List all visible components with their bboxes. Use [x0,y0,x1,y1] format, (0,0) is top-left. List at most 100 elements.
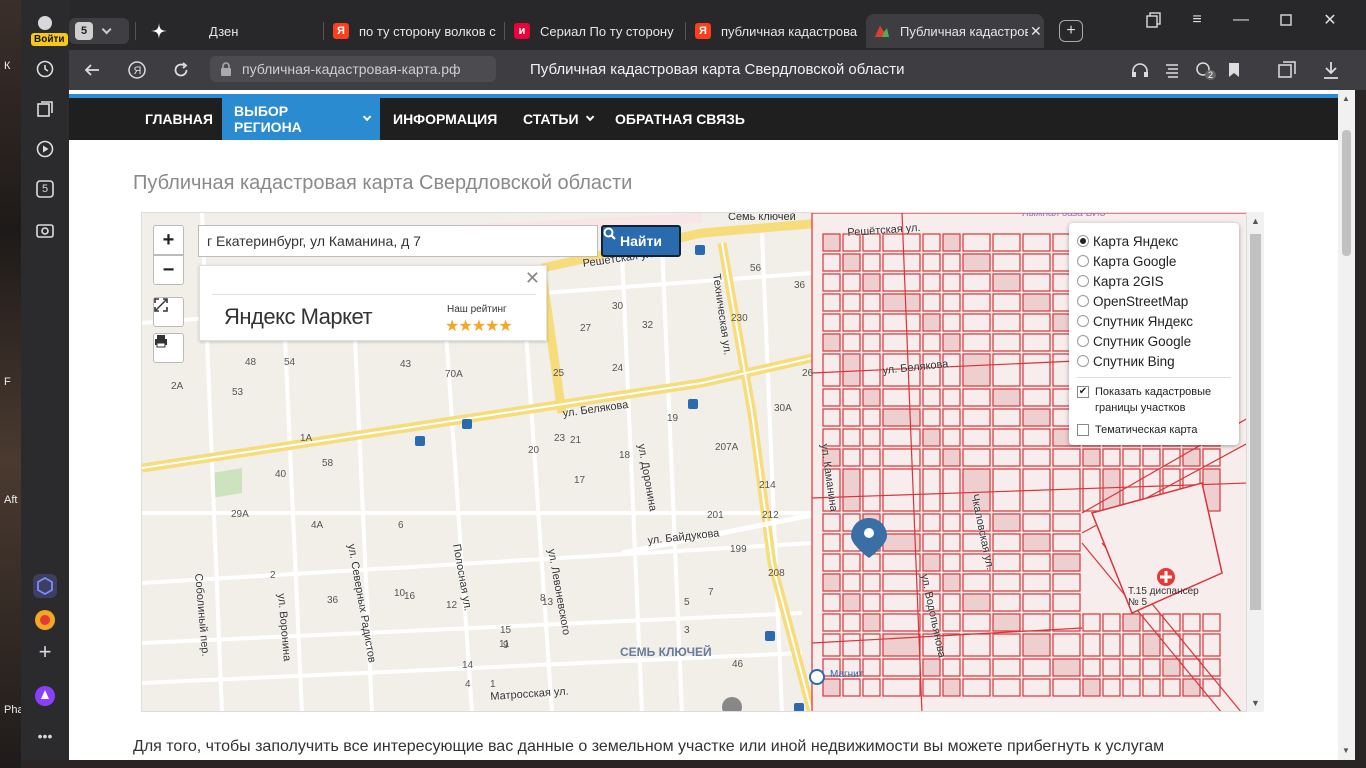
house-number: 29A [231,509,249,520]
checkbox-unchecked[interactable] [1077,424,1089,436]
layer-option[interactable]: Спутник Яндекс [1077,311,1239,331]
extensions-icon[interactable]: 2 [1191,58,1217,82]
house-number: 4 [465,679,471,690]
page-scroll-thumb[interactable] [1342,130,1351,256]
parcel [922,428,941,447]
menu-icon[interactable]: ≡ [1183,8,1211,32]
nav-region-select[interactable]: ВЫБОР РЕГИОНА [222,98,380,140]
layer-option[interactable]: Карта Google [1077,251,1239,271]
layer-option[interactable]: Карта 2GIS [1077,271,1239,291]
app-icon[interactable] [33,574,57,598]
bookmark-icon[interactable] [1221,58,1247,82]
close-ad-icon[interactable]: ✕ [525,268,540,289]
collections-add-icon[interactable] [1274,58,1300,82]
scroll-down-icon[interactable]: ▼ [1251,698,1260,708]
login-label[interactable]: Войти [31,33,68,46]
house-number: 23 [554,433,566,444]
radio-button[interactable] [1077,355,1089,367]
nav-info[interactable]: ИНФОРМАЦИЯ [381,98,509,140]
layer-label: Спутник Google [1093,333,1192,349]
fullscreen-button[interactable] [153,297,184,327]
back-icon[interactable] [79,58,105,82]
history-icon[interactable] [33,57,57,81]
scroll-up-icon[interactable]: ▲ [1251,216,1260,226]
thematic-map-toggle[interactable]: Тематическая карта [1077,422,1239,438]
screenshot-icon[interactable] [33,218,57,242]
parcel [942,233,961,252]
video-icon[interactable] [33,137,57,161]
radio-button[interactable] [1077,255,1089,267]
add-panel-icon[interactable]: + [33,639,57,664]
layer-option[interactable]: Спутник Google [1077,331,1239,351]
print-button[interactable] [153,333,184,363]
layer-option[interactable]: Спутник Bing [1077,351,1239,371]
desktop-label: Aft [4,494,18,506]
lock-icon[interactable] [220,62,232,76]
yandex-home-icon[interactable]: Я [124,58,150,82]
nav-label: СТАТЬИ [523,111,579,127]
radio-button[interactable] [1077,335,1089,347]
radio-button[interactable] [1077,315,1089,327]
close-tab-icon[interactable]: ✕ [1030,23,1042,40]
bookmarks-panel-icon[interactable] [1140,8,1168,32]
cadastral-map[interactable]: Решётская ул. ул. Белякова ул. Байдукова Те… [141,212,1247,712]
parcel [1082,678,1101,697]
radio-button[interactable] [1077,235,1089,247]
maximize-icon[interactable] [1272,8,1300,32]
map-scroll-thumb[interactable] [1250,234,1261,610]
parcel [882,408,921,427]
tabs-count-icon[interactable]: 5 [33,177,57,201]
house-number: 14 [462,660,474,671]
minimize-icon[interactable]: — [1227,8,1255,32]
dzen-icon [151,23,167,39]
scroll-down-icon[interactable]: ▼ [1342,746,1350,755]
collections-icon[interactable] [33,97,57,121]
layer-label: Карта Google [1093,253,1177,269]
page-scrollbar[interactable]: ▲ ▼ [1338,90,1355,760]
url-field[interactable]: публичная-кадастровая-карта.рф [210,56,496,82]
tab-yandex-search[interactable]: Я по ту сторону волков с [333,14,503,48]
tab-title: Сериал По ту сторону [540,23,674,39]
find-button[interactable]: Найти [601,225,681,257]
market-ad-banner[interactable]: ✕ Яндекс Маркет Наш рейтинг ★★★★★ [199,265,547,341]
parcel [1022,633,1051,657]
close-window-icon[interactable]: ✕ [1316,8,1344,32]
tab-yandex-search-2[interactable]: Я публичная кадастрова [695,14,860,48]
radio-button[interactable] [1077,275,1089,287]
radio-button[interactable] [1077,295,1089,307]
tab-ivi[interactable]: и Сериал По ту сторону [514,14,684,48]
cadastral-borders-toggle[interactable]: ✔ Показать кадастровые границы участков [1077,384,1239,416]
nav-articles[interactable]: СТАТЬИ [511,98,603,140]
address-search-input[interactable]: г Екатеринбург, ул Каманина, д 7 [198,225,598,257]
zoom-out-button[interactable]: − [153,255,184,285]
nav-feedback[interactable]: ОБРАТНАЯ СВЯЗЬ [603,98,757,140]
download-icon[interactable] [1318,58,1344,82]
parcel [1142,633,1161,657]
house-number: 208 [768,568,785,579]
search-value: г Екатеринбург, ул Каманина, д 7 [207,233,421,249]
map-scrollbar[interactable]: ▲ ▼ [1247,212,1264,712]
layer-option[interactable]: OpenStreetMap [1077,291,1239,311]
tab-cadastral-active[interactable]: Публичная кадастрова ✕ [866,14,1044,48]
parcel [942,448,961,467]
user-icon [38,16,52,30]
tab-separator [504,22,505,40]
tab-group-button[interactable]: 5 [69,18,129,44]
more-icon[interactable]: ••• [33,724,57,748]
nav-home[interactable]: ГЛАВНАЯ [133,98,225,140]
nav-label: ИНФОРМАЦИЯ [393,111,498,127]
reload-icon[interactable] [168,58,194,82]
zoom-in-button[interactable]: + [153,225,184,255]
checkbox-checked[interactable]: ✔ [1077,386,1089,398]
layer-label: Карта Яндекс [1093,233,1179,249]
mail-app-icon[interactable] [33,608,57,632]
reader-mode-icon[interactable] [1159,58,1185,82]
headphones-icon[interactable] [1127,58,1153,82]
rating-stars: ★★★★★ [445,318,513,335]
new-tab-button[interactable]: + [1059,20,1083,42]
alice-icon[interactable] [33,684,57,708]
layer-option[interactable]: Карта Яндекс [1077,231,1239,251]
house-number: 4A [311,520,324,531]
scroll-up-icon[interactable]: ▲ [1342,94,1350,103]
tab-dzen[interactable]: Дзен [151,14,321,48]
